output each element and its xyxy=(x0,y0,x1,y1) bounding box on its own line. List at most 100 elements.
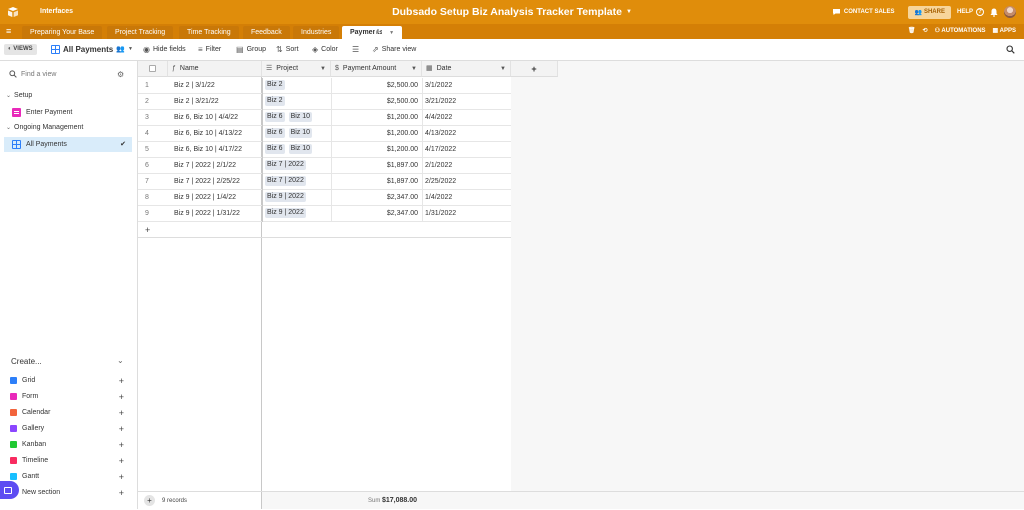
create-grid-view[interactable]: Grid + xyxy=(10,376,128,386)
share-view-button[interactable]: ⇗ Share view xyxy=(372,44,416,55)
tab-project-tracking[interactable]: Project Tracking xyxy=(107,26,174,39)
automations-button[interactable]: ⚇ AUTOMATIONS xyxy=(935,27,986,34)
linked-record-chip[interactable]: Biz 9 | 2022 xyxy=(265,208,306,218)
create-kanban-view[interactable]: Kanban + xyxy=(10,440,128,450)
cell-payment-amount[interactable]: $2,347.00 xyxy=(331,206,422,222)
cell-name[interactable]: Biz 6, Biz 10 | 4/4/22 xyxy=(174,110,260,126)
color-button[interactable]: ◈ Color xyxy=(312,44,338,55)
chevron-down-icon[interactable]: ▼ xyxy=(500,61,506,77)
row-height-button[interactable]: ☰ xyxy=(352,44,359,55)
chevron-down-icon[interactable]: ⌄ xyxy=(117,356,124,365)
table-row[interactable]: 1 Biz 2 | 3/1/22 Biz 2 $2,500.00 3/1/2022 xyxy=(138,78,511,94)
cell-name[interactable]: Biz 9 | 2022 | 1/31/22 xyxy=(174,206,260,222)
cell-project[interactable]: Biz 6 Biz 10 xyxy=(265,126,331,142)
create-timeline-view[interactable]: Timeline + xyxy=(10,456,128,466)
cell-date[interactable]: 3/21/2022 xyxy=(425,94,509,110)
tab-payments[interactable]: Payments ▼ xyxy=(342,26,403,39)
section-ongoing-management[interactable]: ⌄ Ongoing Management xyxy=(6,124,83,131)
bell-icon[interactable] xyxy=(990,8,998,17)
linked-record-chip[interactable]: Biz 10 xyxy=(288,144,313,154)
add-table-button[interactable]: + xyxy=(375,28,383,36)
add-record-row[interactable]: + xyxy=(138,222,511,238)
cell-name[interactable]: Biz 9 | 2022 | 1/4/22 xyxy=(174,190,260,206)
cell-date[interactable]: 4/13/2022 xyxy=(425,126,509,142)
linked-record-chip[interactable]: Biz 10 xyxy=(288,112,313,122)
table-row[interactable]: 6 Biz 7 | 2022 | 2/1/22 Biz 7 | 2022 $1,897… xyxy=(138,158,511,174)
cell-payment-amount[interactable]: $1,200.00 xyxy=(331,126,422,142)
create-form-view[interactable]: Form + xyxy=(10,392,128,402)
linked-record-chip[interactable]: Biz 6 xyxy=(265,144,285,154)
linked-record-chip[interactable]: Biz 9 | 2022 xyxy=(265,192,306,202)
cell-name[interactable]: Biz 7 | 2022 | 2/1/22 xyxy=(174,158,260,174)
create-new-section[interactable]: New section + xyxy=(10,488,128,498)
history-icon[interactable]: ⟲ xyxy=(923,27,928,34)
linked-record-chip[interactable]: Biz 7 | 2022 xyxy=(265,176,306,186)
table-row[interactable]: 3 Biz 6, Biz 10 | 4/4/22 Biz 6 Biz 10 $1,200… xyxy=(138,110,511,126)
cell-project[interactable]: Biz 2 xyxy=(265,78,331,94)
cell-date[interactable]: 3/1/2022 xyxy=(425,78,509,94)
linked-record-chip[interactable]: Biz 6 xyxy=(265,128,285,138)
select-all-checkbox[interactable] xyxy=(149,65,156,72)
column-header-date[interactable]: ▦ Date ▼ xyxy=(422,61,511,77)
create-gallery-view[interactable]: Gallery + xyxy=(10,424,128,434)
cell-date[interactable]: 1/31/2022 xyxy=(425,206,509,222)
filter-button[interactable]: ≡ Filter xyxy=(198,44,221,55)
linked-record-chip[interactable]: Biz 7 | 2022 xyxy=(265,160,306,170)
cell-payment-amount[interactable]: $1,200.00 xyxy=(331,110,422,126)
hide-fields-button[interactable]: ◉ Hide fields xyxy=(143,44,186,55)
gear-icon[interactable]: ⚙ xyxy=(117,70,124,79)
trash-icon[interactable]: 🗑 xyxy=(908,27,916,34)
video-record-button[interactable] xyxy=(0,481,19,499)
help-button[interactable]: HELP? xyxy=(957,8,984,16)
share-button[interactable]: 👥 SHARE xyxy=(908,5,951,19)
cell-name[interactable]: Biz 2 | 3/1/22 xyxy=(174,78,260,94)
summary-value[interactable]: $17,088.00 xyxy=(382,492,417,510)
cell-date[interactable]: 4/4/2022 xyxy=(425,110,509,126)
cell-project[interactable]: Biz 6 Biz 10 xyxy=(265,142,331,158)
tab-industries[interactable]: Industries xyxy=(293,26,340,39)
section-setup[interactable]: ⌄ Setup xyxy=(6,92,32,99)
cell-project[interactable]: Biz 9 | 2022 xyxy=(265,206,331,222)
cell-date[interactable]: 1/4/2022 xyxy=(425,190,509,206)
add-field-button[interactable]: + xyxy=(511,61,558,77)
cell-name[interactable]: Biz 7 | 2022 | 2/25/22 xyxy=(174,174,260,190)
linked-record-chip[interactable]: Biz 10 xyxy=(288,128,313,138)
sort-button[interactable]: ⇅ Sort xyxy=(276,44,299,55)
cell-project[interactable]: Biz 7 | 2022 xyxy=(265,174,331,190)
contact-sales-button[interactable]: CONTACT SALES xyxy=(832,8,894,16)
cell-date[interactable]: 2/1/2022 xyxy=(425,158,509,174)
chevron-down-icon[interactable]: ▼ xyxy=(320,61,326,77)
tab-preparing-your-base[interactable]: Preparing Your Base xyxy=(22,26,103,39)
cell-name[interactable]: Biz 6, Biz 10 | 4/13/22 xyxy=(174,126,260,142)
cell-project[interactable]: Biz 9 | 2022 xyxy=(265,190,331,206)
cell-payment-amount[interactable]: $1,200.00 xyxy=(331,142,422,158)
avatar[interactable] xyxy=(1004,6,1016,18)
hamburger-menu-icon[interactable]: ≡ xyxy=(6,27,16,36)
linked-record-chip[interactable]: Biz 2 xyxy=(265,80,285,90)
cell-name[interactable]: Biz 6, Biz 10 | 4/17/22 xyxy=(174,142,260,158)
linked-record-chip[interactable]: Biz 2 xyxy=(265,96,285,106)
sidebar-item-enter-payment[interactable]: Enter Payment xyxy=(4,105,132,120)
table-row[interactable]: 9 Biz 9 | 2022 | 1/31/22 Biz 9 | 2022 $2,34… xyxy=(138,206,511,222)
tab-feedback[interactable]: Feedback xyxy=(243,26,290,39)
views-toggle-button[interactable]: ◐ VIEWS xyxy=(4,44,37,55)
chevron-down-icon[interactable]: ▼ xyxy=(389,30,394,36)
cell-payment-amount[interactable]: $2,500.00 xyxy=(331,94,422,110)
table-row[interactable]: 2 Biz 2 | 3/21/22 Biz 2 $2,500.00 3/21/2022 xyxy=(138,94,511,110)
cell-project[interactable]: Biz 2 xyxy=(265,94,331,110)
column-header-project[interactable]: ☰ Project ▼ xyxy=(262,61,331,77)
cell-project[interactable]: Biz 7 | 2022 xyxy=(265,158,331,174)
select-all-header[interactable] xyxy=(138,61,168,77)
table-row[interactable]: 7 Biz 7 | 2022 | 2/25/22 Biz 7 | 2022 $1,89… xyxy=(138,174,511,190)
table-row[interactable]: 4 Biz 6, Biz 10 | 4/13/22 Biz 6 Biz 10 $1,20… xyxy=(138,126,511,142)
cell-name[interactable]: Biz 2 | 3/21/22 xyxy=(174,94,260,110)
column-header-name[interactable]: ƒ Name xyxy=(168,61,262,77)
cell-payment-amount[interactable]: $1,897.00 xyxy=(331,158,422,174)
apps-button[interactable]: ▦ APPS xyxy=(993,27,1016,34)
linked-record-chip[interactable]: Biz 6 xyxy=(265,112,285,122)
cell-date[interactable]: 4/17/2022 xyxy=(425,142,509,158)
create-gantt-view[interactable]: Gantt + xyxy=(10,472,128,482)
table-row[interactable]: 5 Biz 6, Biz 10 | 4/17/22 Biz 6 Biz 10 $1,20… xyxy=(138,142,511,158)
cell-date[interactable]: 2/25/2022 xyxy=(425,174,509,190)
cell-payment-amount[interactable]: $2,500.00 xyxy=(331,78,422,94)
